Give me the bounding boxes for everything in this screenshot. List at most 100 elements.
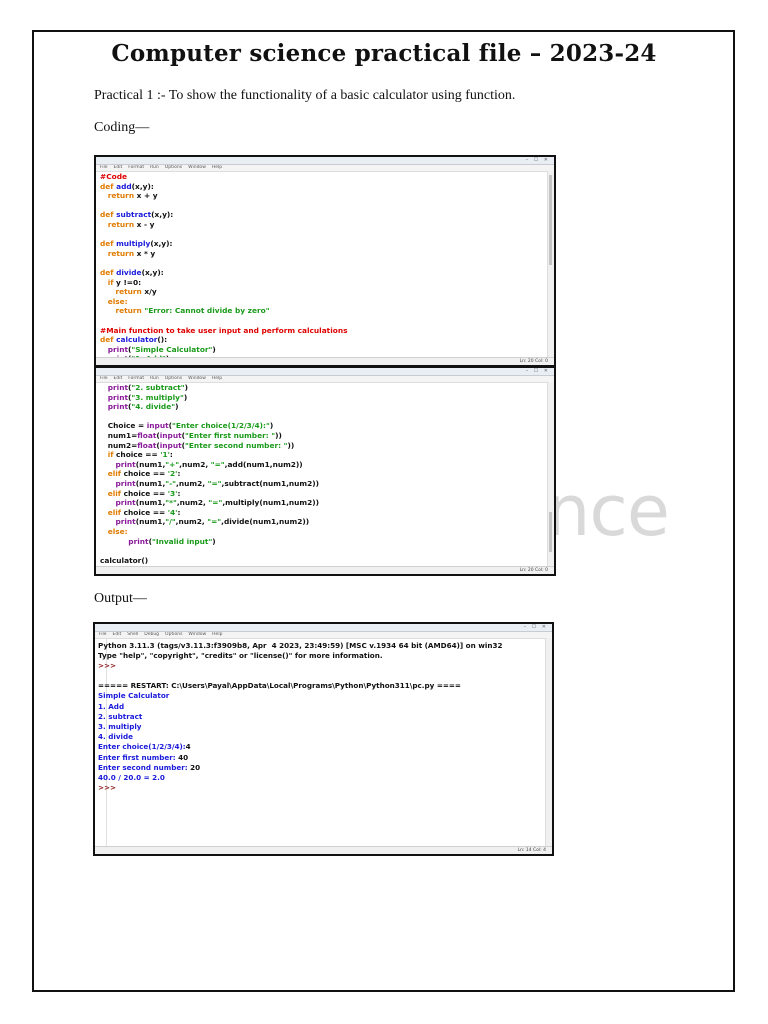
menu-item[interactable]: Edit [113,632,122,638]
code-token: (): [157,335,168,345]
code-token: "*" [165,498,177,508]
editor-window-2: – ☐ ✕ File Edit Format Run Options Window Help… [94,366,556,576]
code-token: (num1, [135,498,166,508]
menu-item[interactable]: Window [188,165,206,171]
code-line: 3. multiply [98,722,502,732]
editor-1-title-bar: – ☐ ✕ [96,157,554,165]
practical-description: Practical 1 :- To show the functionality… [94,88,516,103]
code-token: "2. subtract" [131,383,185,392]
window-controls-icon[interactable]: – ☐ ✕ [526,157,550,164]
code-token: return [100,248,137,258]
code-line: def divide(x,y): [100,268,348,278]
editor-1-code[interactable]: #Code def add(x,y): return x + y def subtr… [100,172,348,364]
menu-item[interactable]: Run [150,165,159,171]
menu-item[interactable]: Options [165,632,182,638]
code-token: ) [183,392,188,402]
menu-item[interactable]: Edit [114,376,123,382]
code-token: def [100,210,117,220]
shell-status-bar: Ln: 14 Col: 4 [95,846,552,854]
menu-item[interactable]: Help [212,632,222,638]
code-token: ) [175,402,179,412]
page-title: Computer science practical file – 2023-2… [111,40,657,67]
code-token: ,num2, [179,459,211,469]
editor-2-scrollbar[interactable] [547,382,554,567]
code-token: Type "help", "copyright", "credits" or "… [98,651,383,661]
code-token: else: [100,526,128,536]
shell-scrollbar[interactable] [545,638,552,847]
code-token: input [159,430,182,440]
code-token: print [100,402,128,412]
code-token: float [137,440,157,450]
menu-item[interactable]: Run [150,376,159,382]
menu-item[interactable]: Debug [144,632,159,638]
code-token: y !=0: [116,277,142,287]
menu-item[interactable]: Format [128,376,144,382]
code-token: def [100,267,117,277]
code-token: '4' [167,507,178,517]
menu-item[interactable]: Edit [114,165,123,171]
code-token: "=" [207,517,222,527]
code-token: input [159,440,182,450]
code-token: print [100,383,128,392]
menu-item[interactable]: Window [188,376,206,382]
code-line: elif choice == '2': [100,469,319,479]
code-line: print(num1,"*",num2, "=",multiply(num1,n… [100,498,319,508]
code-token: multiply [116,239,151,249]
code-token: elif [100,507,124,517]
menu-item[interactable]: Options [165,165,182,171]
code-token: '1' [160,450,170,460]
code-token: ,num2, [176,498,209,508]
shell-output[interactable]: Python 3.11.3 (tags/v3.11.3:f3909b8, Apr… [98,641,502,793]
code-token: "Enter second number: " [185,440,288,450]
code-line: Enter choice(1/2/3/4):4 [98,742,502,752]
menu-item[interactable]: Options [165,376,182,382]
code-token: "+" [165,459,180,469]
window-controls-icon[interactable]: – ☐ ✕ [524,624,548,631]
code-token: ) [212,344,216,354]
code-token: 4 [185,742,191,752]
code-token: elif [100,469,124,479]
menu-item[interactable]: File [100,376,108,382]
code-token: '2' [167,469,178,479]
code-token: "=" [208,498,223,508]
editor-2-code[interactable]: print("2. subtract") print("3. multiply"… [100,383,319,565]
editor-1-scrollbar[interactable] [547,171,554,358]
menu-item[interactable]: Shell [127,632,138,638]
menu-item[interactable]: File [100,165,108,171]
code-token: ) [269,421,274,431]
code-token: num1= [100,430,138,440]
code-line: return x + y [100,191,348,201]
menu-item[interactable]: Help [212,376,222,382]
code-token: return [100,306,145,316]
code-token: #Code [100,172,127,181]
editor-1-menu-bar: File Edit Format Run Options Window Help [96,165,554,172]
editor-window-1: – ☐ ✕ File Edit Format Run Options Window Help… [94,155,556,367]
menu-item[interactable]: Help [212,165,222,171]
code-token: "Simple Calculator" [131,344,213,354]
code-token: ,divide(num1,num2)) [221,517,310,527]
output-label: Output— [94,591,147,606]
code-token: "Enter first number: " [185,430,276,440]
code-token: calculator [116,335,158,345]
code-token: divide [116,267,142,277]
code-token: "=" [207,478,222,488]
menu-item[interactable]: Window [188,632,206,638]
window-controls-icon[interactable]: – ☐ ✕ [526,368,550,375]
code-token: Python 3.11.3 (tags/v3.11.3:f3909b8, Apr… [98,641,503,650]
code-line: #Code [100,172,348,182]
code-token: choice == [123,469,168,479]
editor-1-scroll-thumb[interactable] [549,175,552,265]
code-token: input [146,421,169,431]
code-line: 40.0 / 20.0 = 2.0 [98,773,502,783]
code-token: "Enter choice(1/2/3/4):" [172,421,270,431]
code-token: "/" [165,517,176,527]
code-token: print [100,498,136,508]
code-token: #Main function to take user input and pe… [100,325,348,335]
editor-2-title-bar: – ☐ ✕ [96,368,554,376]
code-token: 40 [178,752,189,762]
menu-item[interactable]: Format [128,165,144,171]
editor-2-scroll-thumb[interactable] [549,512,552,552]
code-token: "-" [165,478,177,488]
